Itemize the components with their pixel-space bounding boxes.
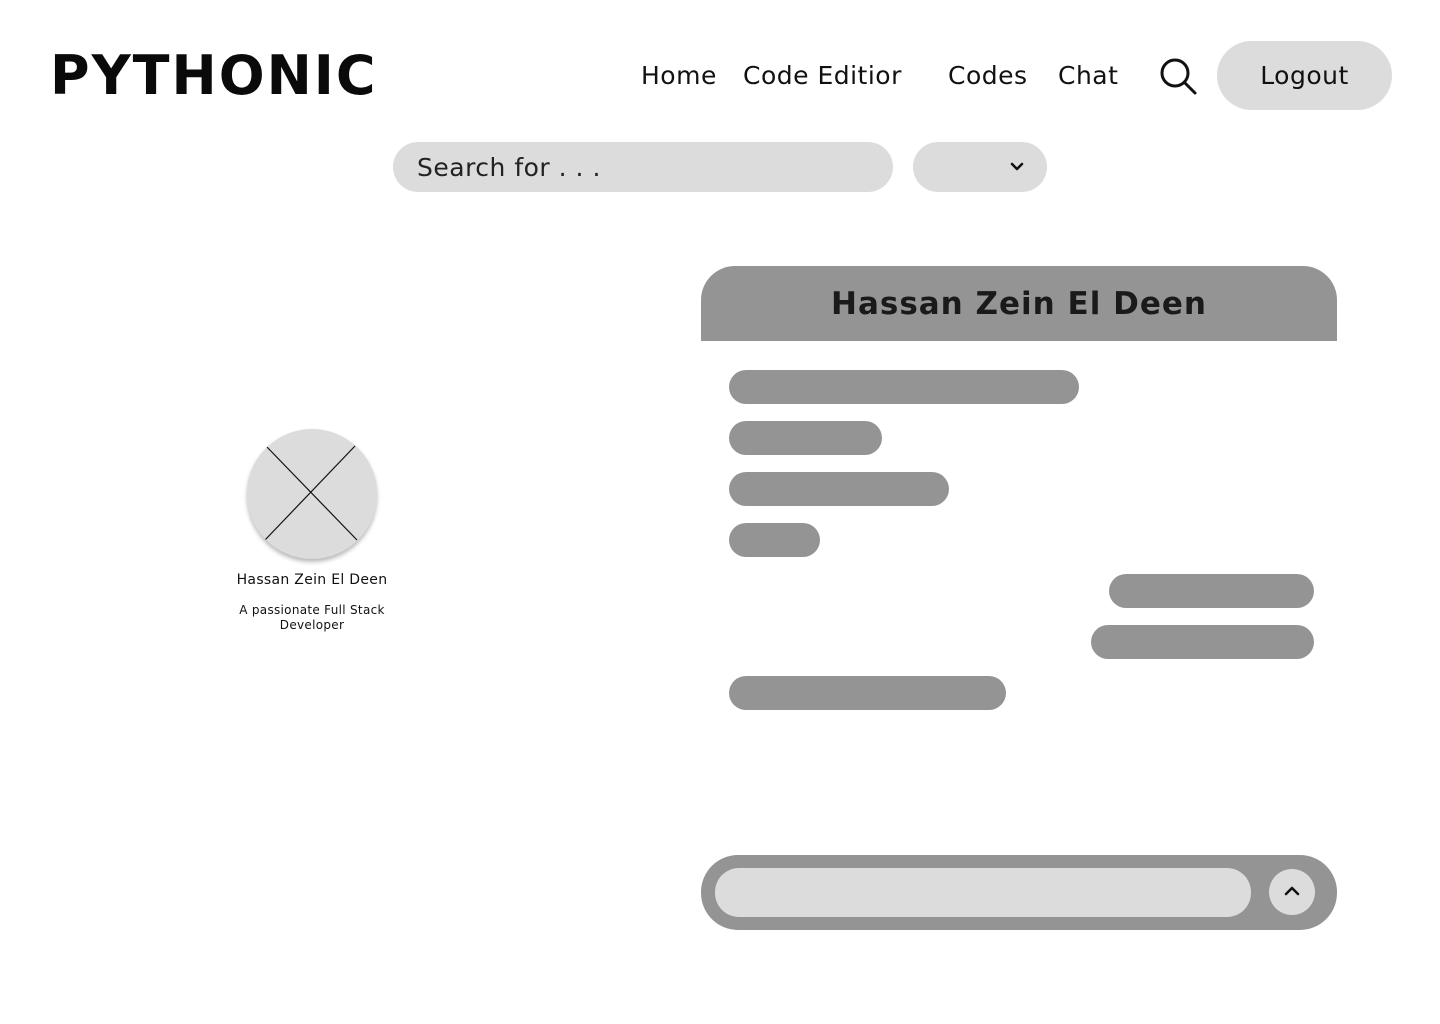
image-placeholder-icon (264, 445, 358, 541)
search-icon[interactable] (1158, 56, 1198, 96)
chat-header-title: Hassan Zein El Deen (701, 266, 1337, 341)
profile-name: Hassan Zein El Deen (236, 572, 388, 588)
message-bubble-received (729, 421, 882, 455)
search-input[interactable] (415, 151, 871, 183)
message-bubble-received (729, 370, 1079, 404)
message-composer (701, 855, 1337, 930)
message-bubble-received (729, 523, 820, 557)
search-bar (393, 142, 893, 192)
avatar (247, 429, 377, 559)
nav-link-codes[interactable]: Codes (948, 56, 1028, 96)
logout-button[interactable]: Logout (1217, 41, 1392, 110)
nav-link-chat[interactable]: Chat (1058, 56, 1118, 96)
chevron-up-icon (1284, 886, 1300, 896)
message-bubble-received (729, 472, 949, 506)
message-input[interactable] (715, 868, 1251, 917)
chevron-down-icon (1010, 162, 1024, 171)
page: PYTHONIC Home Code Editior Codes Chat Lo… (0, 0, 1440, 1024)
message-bubble-sent (1091, 625, 1314, 659)
filter-dropdown[interactable] (913, 142, 1047, 192)
nav-link-home[interactable]: Home (641, 56, 717, 96)
message-bubble-received (729, 676, 1006, 710)
message-bubble-sent (1109, 574, 1314, 608)
profile-bio: A passionate Full Stack Developer (239, 603, 385, 632)
send-button[interactable] (1269, 869, 1315, 915)
nav-link-code-editor[interactable]: Code Editior (743, 56, 902, 96)
